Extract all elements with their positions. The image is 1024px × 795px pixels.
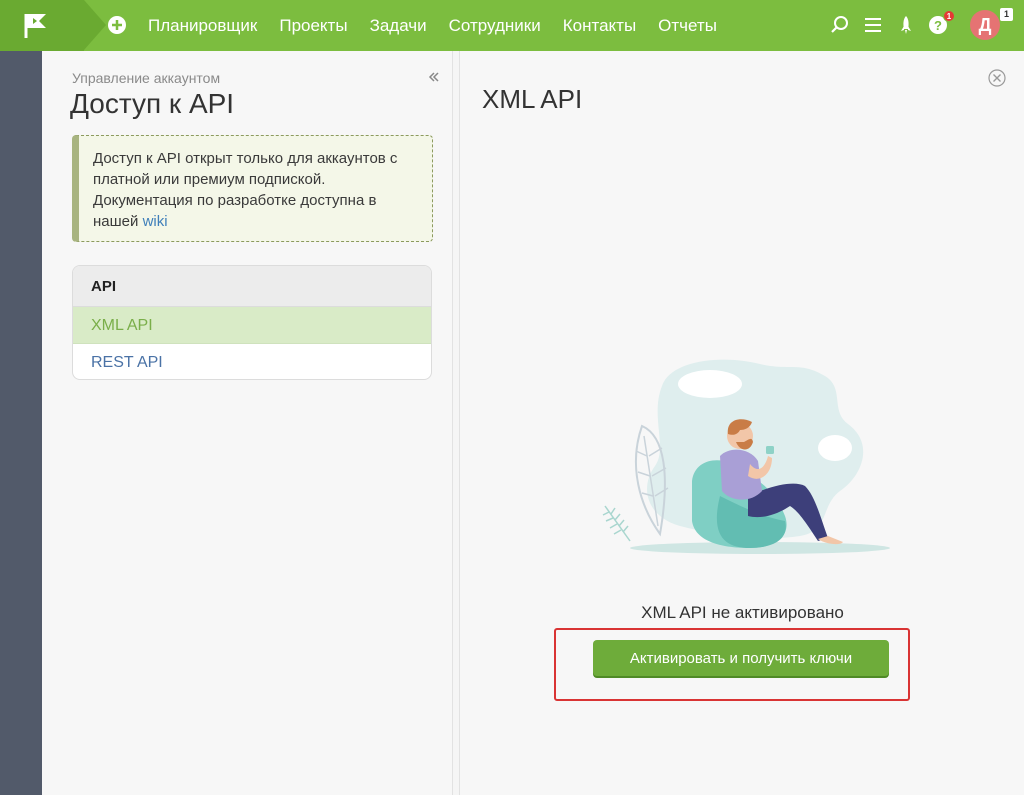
api-list: API XML API REST API: [72, 265, 432, 380]
nav-item-planner[interactable]: Планировщик: [148, 16, 257, 36]
api-item-rest[interactable]: REST API: [73, 344, 431, 379]
collapse-double-chevron-icon[interactable]: [428, 71, 440, 83]
xml-api-panel: XML API XML API не активировано Активиро…: [459, 51, 1024, 795]
wiki-link[interactable]: wiki: [143, 213, 168, 230]
nav-item-tasks[interactable]: Задачи: [370, 16, 427, 36]
rocket-icon[interactable]: [896, 15, 916, 35]
user-avatar[interactable]: Д: [970, 10, 1000, 40]
breadcrumb[interactable]: Управление аккаунтом: [72, 70, 220, 86]
top-navigation-bar: Планировщик Проекты Задачи Сотрудники Ко…: [0, 0, 1024, 51]
notice-text: Доступ к API открыт только для аккаунтов…: [93, 150, 398, 230]
plus-circle-icon[interactable]: [107, 15, 127, 35]
page-title: Доступ к API: [70, 88, 235, 119]
side-rail: [0, 51, 42, 795]
panel-title: XML API: [482, 84, 583, 114]
nav-item-contacts[interactable]: Контакты: [563, 16, 636, 36]
avatar-count-badge: 1: [1000, 8, 1013, 21]
search-icon[interactable]: [830, 15, 850, 35]
logo-arrow: [84, 0, 106, 50]
api-item-xml[interactable]: XML API: [73, 307, 431, 344]
activate-get-keys-button[interactable]: Активировать и получить ключи: [593, 640, 889, 676]
menu-icon[interactable]: [863, 15, 883, 35]
api-access-notice: Доступ к API открыт только для аккаунтов…: [72, 135, 433, 242]
help-notification-badge: 1: [943, 10, 955, 22]
activation-status-text: XML API не активировано: [641, 603, 844, 622]
flag-logo-icon[interactable]: [24, 13, 48, 39]
nav-item-employees[interactable]: Сотрудники: [449, 16, 541, 36]
relaxing-person-illustration: [602, 359, 890, 554]
close-icon[interactable]: [988, 69, 1006, 87]
main-nav: Планировщик Проекты Задачи Сотрудники Ко…: [148, 0, 739, 51]
account-settings-panel: Управление аккаунтом Доступ к API Доступ…: [42, 51, 453, 795]
svg-text:?: ?: [934, 18, 942, 33]
nav-item-reports[interactable]: Отчеты: [658, 16, 717, 36]
nav-item-projects[interactable]: Проекты: [279, 16, 347, 36]
api-list-header: API: [73, 266, 431, 307]
